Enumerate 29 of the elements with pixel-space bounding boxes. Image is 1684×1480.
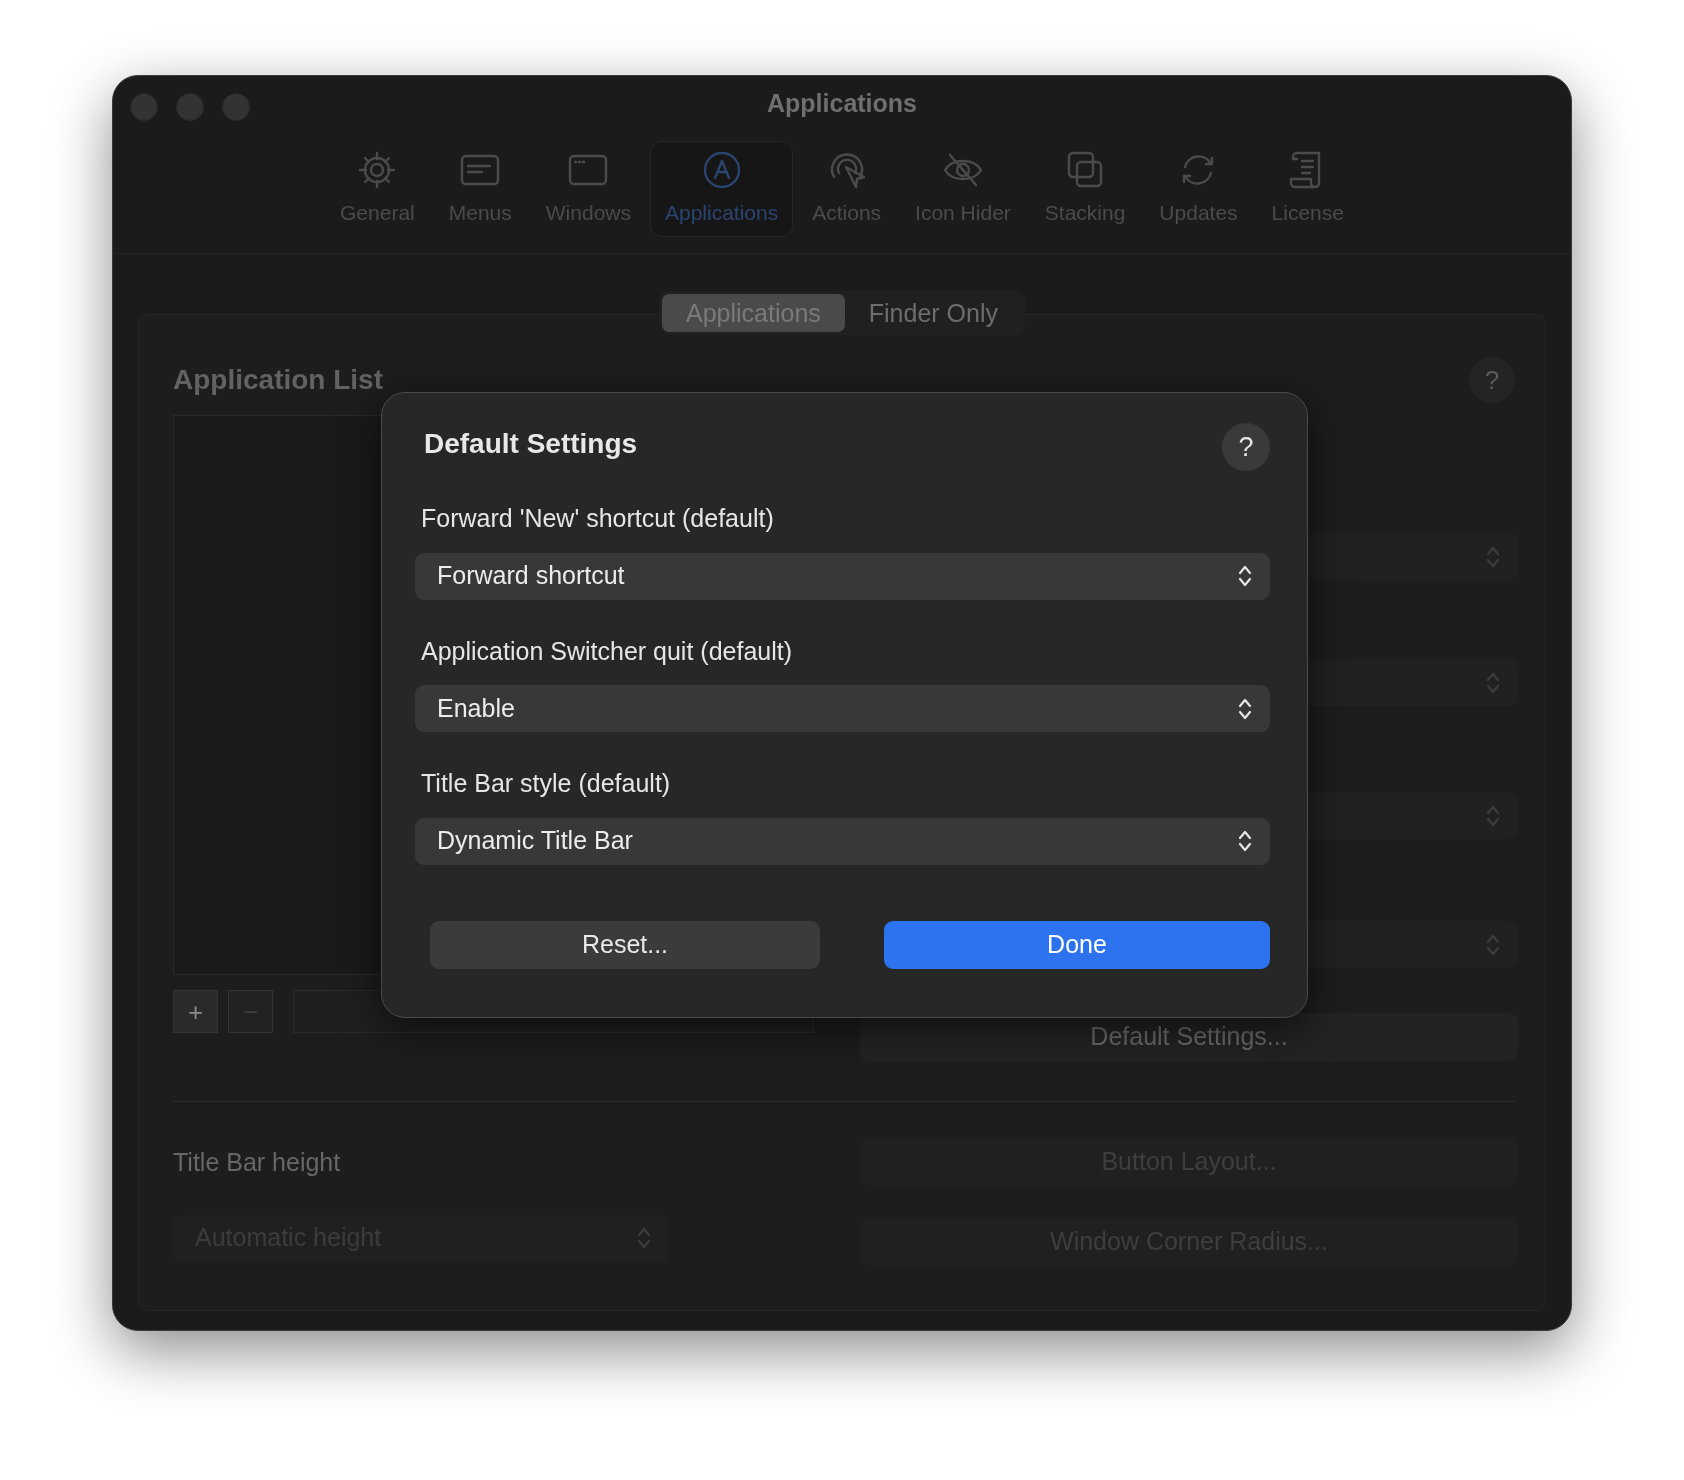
chevron-icon bbox=[1238, 696, 1252, 721]
popup-button[interactable]: Enable bbox=[415, 685, 1270, 732]
field-label: Forward 'New' shortcut (default) bbox=[420, 503, 775, 534]
window-title: Applications bbox=[767, 87, 917, 119]
chevron-icon bbox=[1486, 803, 1500, 828]
help-button[interactable]: ? bbox=[1222, 423, 1270, 471]
done-button[interactable]: Done bbox=[884, 920, 1270, 969]
window-control[interactable] bbox=[130, 93, 158, 121]
dialog-title: Default Settings bbox=[424, 427, 638, 461]
window-control[interactable] bbox=[222, 93, 250, 121]
field-label: Application Switcher quit (default) bbox=[420, 635, 794, 667]
reset-button[interactable]: Reset... bbox=[430, 920, 820, 969]
chevron-icon bbox=[1238, 829, 1252, 853]
chevron-icon bbox=[1238, 564, 1252, 588]
chevron-icon bbox=[1486, 932, 1500, 957]
popup-button[interactable]: Dynamic Title Bar bbox=[415, 817, 1270, 865]
segment-tab[interactable]: Finder Only bbox=[844, 294, 1022, 332]
add-button[interactable]: + bbox=[173, 990, 218, 1033]
window-control[interactable] bbox=[176, 93, 204, 121]
section-title: Application List bbox=[173, 363, 383, 397]
popup-button[interactable]: Forward shortcut bbox=[415, 552, 1270, 600]
default-settings-button[interactable]: Default Settings... bbox=[860, 1013, 1518, 1061]
help-button[interactable]: ? bbox=[1469, 357, 1515, 403]
chevron-icon bbox=[637, 1226, 651, 1250]
field-label: Title Bar style (default) bbox=[420, 768, 672, 799]
toolbar-tab[interactable]: Applications bbox=[650, 141, 794, 237]
chevron-icon bbox=[1486, 670, 1500, 695]
chevron-icon bbox=[1486, 544, 1500, 569]
field-label: Title Bar height bbox=[173, 1147, 342, 1178]
